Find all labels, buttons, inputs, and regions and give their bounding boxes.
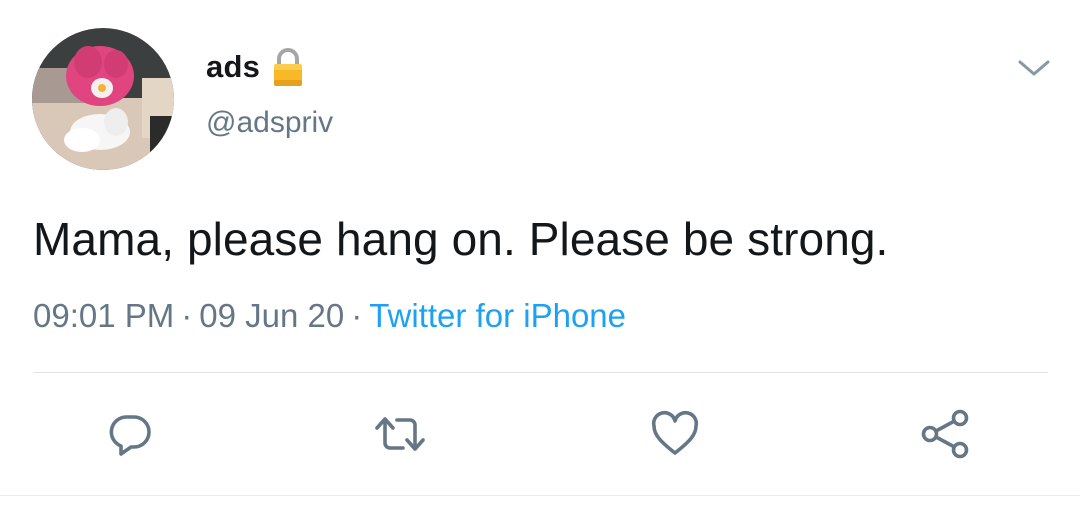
display-name[interactable]: ads	[206, 49, 260, 85]
tweet-meta: 09:01 PM · 09 Jun 20 · Twitter for iPhone	[33, 297, 626, 335]
lock-icon	[270, 46, 306, 88]
retweet-button[interactable]	[370, 404, 430, 464]
tweet-time: 09:01 PM	[33, 297, 175, 334]
reply-button[interactable]	[100, 404, 160, 464]
meta-separator: ·	[351, 297, 363, 334]
share-icon	[917, 406, 973, 462]
retweet-icon	[370, 408, 430, 460]
avatar-image	[32, 28, 174, 170]
meta-separator: ·	[181, 297, 193, 334]
divider	[33, 372, 1048, 373]
user-name-row: ads	[206, 46, 306, 88]
share-button[interactable]	[915, 404, 975, 464]
divider	[0, 495, 1080, 496]
avatar[interactable]	[32, 28, 174, 170]
tweet-detail: ads @adspriv Mama, please hang on. Pleas…	[0, 0, 1080, 513]
tweet-text: Mama, please hang on. Please be strong.	[33, 213, 889, 265]
chevron-down-icon[interactable]	[1016, 56, 1052, 80]
tweet-source-link[interactable]: Twitter for iPhone	[369, 297, 626, 334]
heart-icon	[649, 408, 701, 460]
like-button[interactable]	[645, 404, 705, 464]
user-handle[interactable]: @adspriv	[206, 106, 333, 140]
reply-icon	[104, 408, 156, 460]
tweet-date: 09 Jun 20	[199, 297, 345, 334]
